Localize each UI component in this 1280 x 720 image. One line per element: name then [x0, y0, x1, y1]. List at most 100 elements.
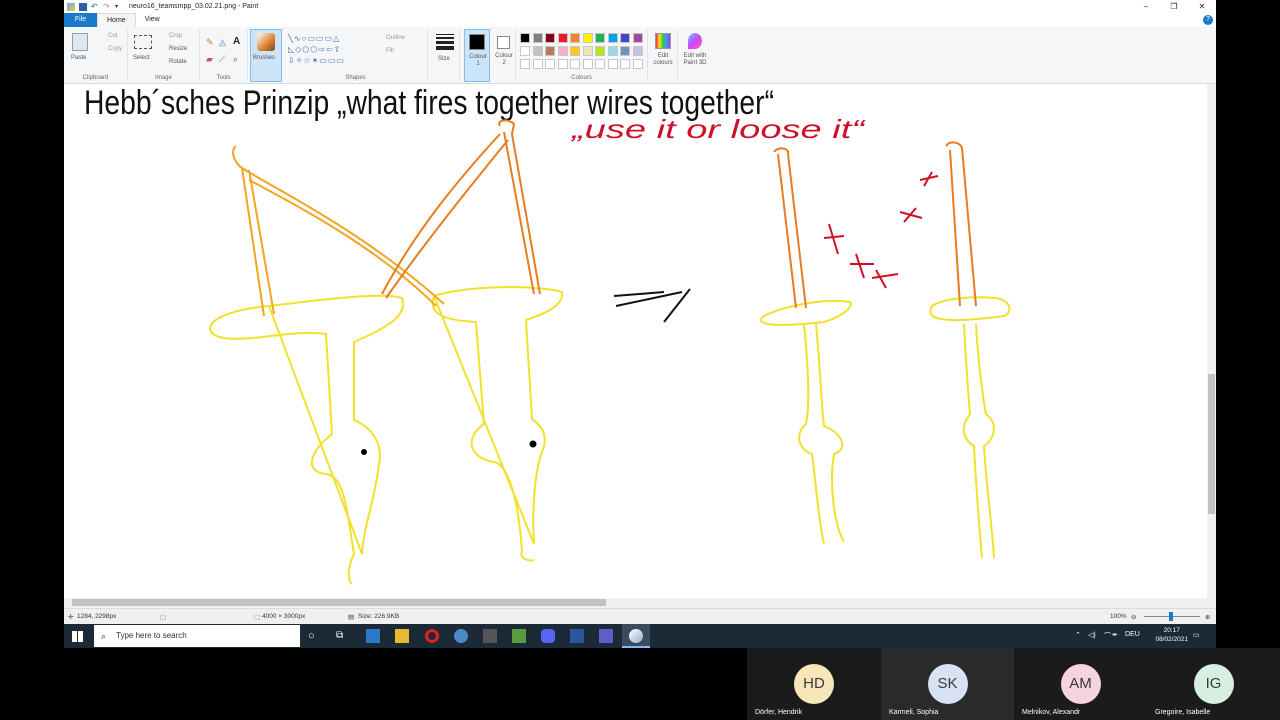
- custom-colour-slot[interactable]: [532, 59, 543, 69]
- tab-home[interactable]: Home: [97, 13, 136, 27]
- tab-file[interactable]: File: [64, 13, 97, 27]
- fill-bucket-icon[interactable]: ◬: [219, 37, 226, 48]
- drawing-canvas[interactable]: Hebb´sches Prinzip „what fires together …: [64, 84, 1216, 598]
- language-indicator[interactable]: DEU: [1125, 631, 1140, 638]
- mail-icon[interactable]: [366, 629, 380, 643]
- colour-swatch[interactable]: [620, 33, 630, 43]
- undo-icon[interactable]: ↶: [91, 2, 99, 11]
- notifications-icon[interactable]: ▭: [1193, 631, 1200, 639]
- participant-name: Karmeli, Sophia: [889, 709, 939, 716]
- colour-swatch[interactable]: [632, 33, 643, 43]
- zoom-out-button[interactable]: ⊖: [1131, 613, 1136, 621]
- custom-colour-slot[interactable]: [582, 59, 593, 69]
- opera-icon[interactable]: [425, 629, 439, 643]
- brushes-button[interactable]: Brushes: [250, 29, 282, 82]
- colour-swatch[interactable]: [520, 46, 530, 56]
- minecraft-icon[interactable]: [512, 629, 526, 643]
- colour-swatch[interactable]: [557, 46, 568, 56]
- horizontal-scrollbar[interactable]: [64, 598, 1216, 608]
- custom-colour-slot[interactable]: [632, 59, 643, 69]
- colour2-label: Colour 2: [495, 53, 513, 66]
- speaker-icon[interactable]: ◁): [1088, 631, 1096, 639]
- start-icon[interactable]: [72, 631, 83, 642]
- tab-view[interactable]: View: [136, 13, 169, 27]
- taskbar-search[interactable]: ⌕ Type here to search: [94, 625, 300, 647]
- edge-icon[interactable]: [454, 629, 468, 643]
- colour1-button[interactable]: Colour 1: [464, 29, 490, 82]
- custom-colour-slot[interactable]: [607, 59, 618, 69]
- colour-swatch[interactable]: [620, 46, 630, 56]
- discord-icon[interactable]: [541, 629, 555, 643]
- cut-button[interactable]: Cut: [108, 33, 117, 39]
- colour-swatch[interactable]: [595, 33, 605, 43]
- teams-icon[interactable]: [599, 629, 613, 643]
- zoom-slider-thumb[interactable]: [1169, 612, 1173, 621]
- tray-chevron-icon[interactable]: ⌃: [1075, 631, 1081, 639]
- custom-colour-slot[interactable]: [545, 59, 555, 69]
- colour-swatch[interactable]: [595, 46, 605, 56]
- redo-icon[interactable]: ↷: [103, 2, 111, 11]
- colour-swatch[interactable]: [582, 46, 593, 56]
- customize-qa-icon[interactable]: ▾: [115, 3, 123, 11]
- cortana-icon[interactable]: ○: [308, 629, 322, 643]
- colour2-button[interactable]: Colour 2: [492, 29, 516, 82]
- colour-swatch[interactable]: [532, 33, 543, 43]
- colour-swatch[interactable]: [570, 46, 580, 56]
- close-button[interactable]: ✕: [1188, 0, 1216, 13]
- custom-colour-slot[interactable]: [557, 59, 568, 69]
- outline-button[interactable]: Outline: [386, 35, 405, 41]
- copy-button[interactable]: Copy: [108, 46, 122, 52]
- maximize-button[interactable]: ❐: [1160, 0, 1188, 13]
- pencil-icon[interactable]: ✎: [206, 37, 214, 48]
- horizontal-scroll-thumb[interactable]: [72, 599, 606, 606]
- colour-swatch[interactable]: [582, 33, 593, 43]
- colour-swatch[interactable]: [557, 33, 568, 43]
- colour-swatch[interactable]: [545, 46, 555, 56]
- colour-swatch[interactable]: [520, 33, 530, 43]
- rotate-button[interactable]: Rotate: [169, 59, 187, 65]
- eraser-icon[interactable]: ▰: [206, 54, 213, 65]
- participant-tile[interactable]: HD Dörfer, Hendrik: [747, 648, 881, 720]
- custom-colour-slot[interactable]: [570, 59, 580, 69]
- magnifier-icon[interactable]: ⌕: [233, 54, 238, 65]
- colour-picker-icon[interactable]: ⟋: [219, 54, 225, 65]
- paint-taskbar-button[interactable]: [622, 624, 650, 648]
- colour-swatch[interactable]: [545, 33, 555, 43]
- vertical-scroll-thumb[interactable]: [1208, 374, 1215, 514]
- size-group[interactable]: Size: [430, 29, 460, 82]
- minimize-button[interactable]: –: [1132, 0, 1160, 13]
- network-icon[interactable]: ⌒: [1104, 631, 1111, 641]
- task-view-icon[interactable]: ⧉: [336, 629, 350, 643]
- custom-colour-slot[interactable]: [595, 59, 605, 69]
- colour-swatch[interactable]: [607, 46, 618, 56]
- file-explorer-icon[interactable]: [395, 629, 409, 643]
- edit-colours-button[interactable]: Edit colours: [648, 29, 678, 82]
- connection-crosses: [823, 171, 939, 289]
- colour-swatch[interactable]: [607, 33, 618, 43]
- colour-swatch[interactable]: [532, 46, 543, 56]
- custom-colour-slot[interactable]: [620, 59, 630, 69]
- save-icon[interactable]: [79, 2, 87, 11]
- pen-icon[interactable]: ✒: [1112, 631, 1118, 639]
- shapes-gallery[interactable]: ╲∿○▭▭▭△ ◺◇⬠⬡⇨⇦⇧ ⇩✧☆✶▭▭▭: [288, 33, 378, 67]
- resize-button[interactable]: Resize: [169, 46, 187, 52]
- colour-swatch[interactable]: [632, 46, 643, 56]
- colour-swatch[interactable]: [570, 33, 580, 43]
- participant-tile[interactable]: AM Melnikov, Alexandr: [1014, 648, 1147, 720]
- participant-tile[interactable]: SK Karmeli, Sophia: [881, 648, 1014, 720]
- fill-button[interactable]: Fill: [386, 48, 394, 54]
- help-icon[interactable]: ?: [1203, 15, 1213, 25]
- select-button[interactable]: Select: [133, 55, 150, 61]
- taskbar-clock[interactable]: 20:17 08/02/2021: [1155, 626, 1188, 644]
- tank-game-icon[interactable]: [483, 629, 497, 643]
- crop-button[interactable]: Crop: [169, 33, 182, 39]
- word-icon[interactable]: [570, 629, 584, 643]
- zoom-in-button[interactable]: ⊕: [1205, 613, 1210, 621]
- custom-colour-slot[interactable]: [520, 59, 530, 69]
- edit-paint3d-button[interactable]: Edit with Paint 3D: [678, 29, 712, 82]
- participant-tile[interactable]: IG Gregoire, Isabelle: [1147, 648, 1280, 720]
- shapes-label: Shapes: [345, 75, 366, 81]
- text-tool-icon[interactable]: A: [233, 36, 240, 47]
- paste-button[interactable]: Paste: [71, 55, 86, 61]
- vertical-scrollbar[interactable]: [1207, 84, 1216, 598]
